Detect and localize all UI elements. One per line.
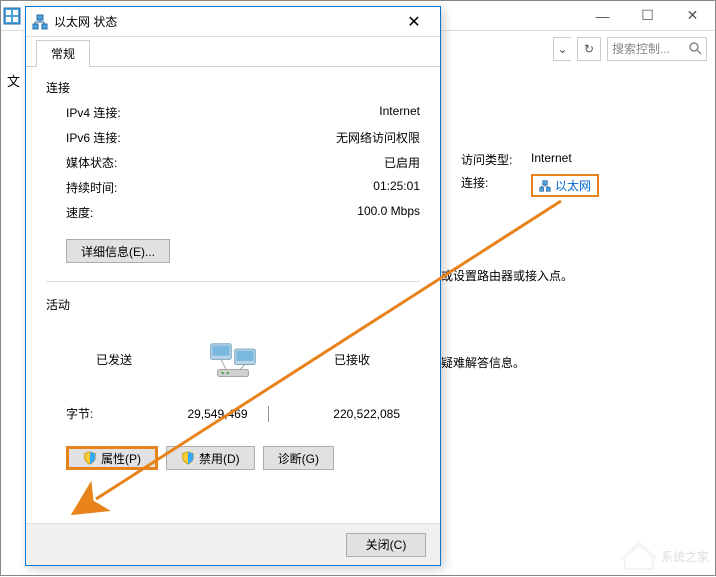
connection-label: 连接: — [461, 174, 531, 197]
app-icon — [3, 7, 21, 25]
watermark: 系统之家 — [621, 541, 709, 571]
access-type-label: 访问类型: — [461, 151, 531, 168]
bytes-received: 220,522,085 — [269, 407, 421, 421]
address-dropdown-icon[interactable]: ⌄ — [553, 37, 571, 61]
search-icon — [688, 41, 702, 58]
ethernet-status-dialog: 以太网 状态 ✕ 常规 连接 IPv4 连接:Internet IPv6 连接:… — [25, 6, 441, 566]
access-type-row: 访问类型: Internet — [461, 151, 695, 168]
activity-box: 已发送 已接收 字节: 29,549,469 220,5 — [46, 321, 420, 422]
connection-row: 连接: 以太网 — [461, 174, 695, 197]
bytes-label: 字节: — [46, 405, 116, 422]
details-button[interactable]: 详细信息(E)... — [66, 239, 170, 263]
conn-row: IPv4 连接:Internet — [66, 104, 420, 121]
conn-row: IPv6 连接:无网络访问权限 — [66, 129, 420, 146]
dialog-content: 连接 IPv4 连接:Internet IPv6 连接:无网络访问权限 媒体状态… — [26, 67, 440, 523]
dialog-action-buttons: 属性(P) 禁用(D) 诊断(G) — [46, 446, 420, 470]
close-button[interactable]: 关闭(C) — [346, 533, 426, 557]
dialog-footer: 关闭(C) — [26, 523, 440, 565]
connection-grid: IPv4 连接:Internet IPv6 连接:无网络访问权限 媒体状态:已启… — [46, 104, 420, 221]
network-icon — [539, 180, 551, 192]
shield-icon — [181, 451, 195, 465]
activity-section-label: 活动 — [46, 296, 420, 313]
properties-label: 属性(P) — [101, 450, 141, 467]
tab-general[interactable]: 常规 — [36, 40, 90, 67]
search-placeholder: 搜索控制... — [612, 42, 670, 56]
shield-icon — [83, 451, 97, 465]
disable-button[interactable]: 禁用(D) — [166, 446, 255, 470]
connection-section-label: 连接 — [46, 79, 420, 96]
conn-row: 持续时间:01:25:01 — [66, 179, 420, 196]
search-input[interactable]: 搜索控制... — [607, 37, 707, 61]
dialog-titlebar: 以太网 状态 ✕ — [26, 7, 440, 37]
activity-header: 已发送 已接收 — [46, 321, 420, 401]
house-icon — [621, 541, 657, 571]
properties-button[interactable]: 属性(P) — [66, 446, 158, 470]
maximize-button[interactable]: ☐ — [625, 1, 670, 31]
ethernet-link-text: 以太网 — [555, 177, 591, 194]
close-button[interactable]: ✕ — [670, 1, 715, 31]
conn-row: 速度:100.0 Mbps — [66, 204, 420, 221]
network-icon — [32, 14, 48, 30]
watermark-text: 系统之家 — [661, 548, 709, 565]
bg-help-text-1: 或设置路由器或接入点。 — [441, 267, 695, 284]
divider — [46, 281, 420, 282]
conn-row: 媒体状态:已启用 — [66, 154, 420, 171]
dialog-close-button[interactable]: ✕ — [394, 9, 434, 35]
access-type-value: Internet — [531, 151, 572, 168]
dialog-title: 以太网 状态 — [54, 13, 394, 30]
bytes-sent: 29,549,469 — [116, 407, 268, 421]
disable-label: 禁用(D) — [199, 450, 240, 467]
bg-help-text-2: 疑难解答信息。 — [441, 354, 695, 371]
bytes-row: 字节: 29,549,469 220,522,085 — [46, 405, 420, 422]
minimize-button[interactable]: — — [580, 1, 625, 31]
dialog-tabs: 常规 — [26, 37, 440, 67]
computers-icon — [209, 341, 257, 381]
sent-label: 已发送 — [96, 351, 132, 368]
received-label: 已接收 — [334, 351, 370, 368]
diagnose-button[interactable]: 诊断(G) — [263, 446, 334, 470]
ethernet-link[interactable]: 以太网 — [531, 174, 599, 197]
refresh-button[interactable]: ↻ — [577, 37, 601, 61]
